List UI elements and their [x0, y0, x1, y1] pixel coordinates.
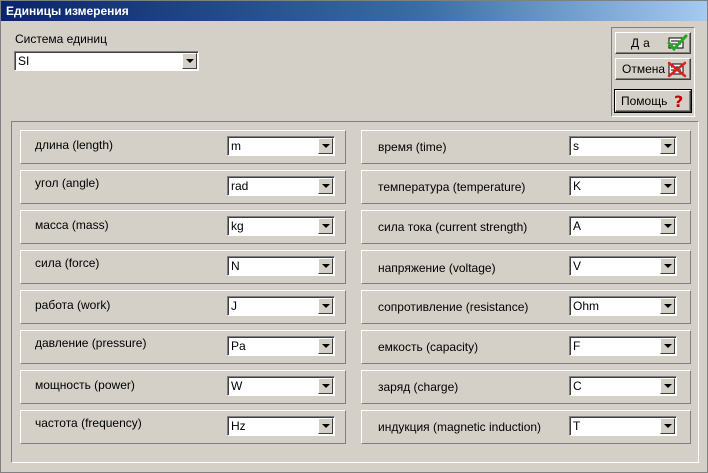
cross-icon: [667, 61, 687, 78]
unit-row-right-8: индукция (magnetic induction) T: [361, 410, 691, 444]
chevron-down-icon[interactable]: [660, 338, 675, 354]
chevron-down-icon[interactable]: [660, 178, 675, 194]
chevron-down-icon[interactable]: [318, 338, 333, 354]
unit-label: длина (length): [35, 138, 114, 152]
unit-label: сила (force): [35, 256, 100, 270]
question-icon: ?: [674, 92, 683, 110]
chevron-down-icon[interactable]: [660, 418, 675, 434]
ok-button-label: Да: [631, 36, 654, 50]
unit-value: A: [573, 219, 582, 233]
unit-select[interactable]: Ohm: [569, 296, 677, 316]
unit-label: индукция (magnetic induction): [378, 420, 542, 434]
unit-select[interactable]: rad: [227, 176, 335, 196]
unit-row-right-3: сила тока (current strength) A: [361, 210, 691, 244]
unit-row-left-2: угол (angle) rad: [20, 170, 346, 204]
window-title: Единицы измерения: [1, 1, 707, 21]
unit-row-right-1: время (time) s: [361, 130, 691, 164]
units-dialog: Единицы измерения Система единиц SI Да О…: [0, 0, 708, 473]
unit-value: N: [231, 259, 240, 273]
chevron-down-icon[interactable]: [318, 378, 333, 394]
unit-label: заряд (charge): [378, 380, 459, 394]
unit-row-right-4: напряжение (voltage) V: [361, 250, 691, 284]
unit-value: Pa: [231, 339, 246, 353]
unit-row-right-7: заряд (charge) C: [361, 370, 691, 404]
unit-system-select[interactable]: SI: [14, 51, 199, 71]
unit-row-left-1: длина (length) m: [20, 130, 346, 164]
help-button[interactable]: Помощь ?: [614, 89, 692, 113]
chevron-down-icon[interactable]: [660, 218, 675, 234]
unit-select[interactable]: F: [569, 336, 677, 356]
unit-label: масса (mass): [35, 218, 109, 232]
svg-text:?: ?: [674, 92, 683, 110]
unit-system-value: SI: [18, 54, 30, 68]
unit-value: C: [573, 379, 582, 393]
unit-value: K: [573, 179, 582, 193]
unit-label: напряжение (voltage): [378, 261, 496, 275]
chevron-down-icon[interactable]: [660, 378, 675, 394]
unit-select[interactable]: C: [569, 376, 677, 396]
unit-row-left-4: сила (force) N: [20, 250, 346, 284]
unit-select[interactable]: W: [227, 376, 335, 396]
help-button-label: Помощь: [621, 94, 668, 108]
unit-row-right-2: температура (temperature) K: [361, 170, 691, 204]
unit-system-label: Система единиц: [15, 32, 107, 46]
unit-row-right-5: сопротивление (resistance) Ohm: [361, 290, 691, 324]
unit-select[interactable]: T: [569, 416, 677, 436]
chevron-down-icon[interactable]: [660, 138, 675, 154]
unit-select[interactable]: kg: [227, 216, 335, 236]
unit-row-left-8: частота (frequency) Hz: [20, 410, 346, 444]
unit-value: s: [573, 139, 579, 153]
unit-value: J: [231, 299, 237, 313]
unit-value: Ohm: [573, 299, 600, 313]
chevron-down-icon[interactable]: [318, 298, 333, 314]
unit-label: емкость (capacity): [378, 340, 479, 354]
units-panel: длина (length) m угол (angle) rad масса (mas…: [11, 121, 699, 463]
unit-label: давление (pressure): [35, 336, 147, 350]
unit-select[interactable]: Hz: [227, 416, 335, 436]
chevron-down-icon[interactable]: [318, 258, 333, 274]
unit-row-left-7: мощность (power) W: [20, 370, 346, 404]
unit-value: V: [573, 259, 582, 273]
unit-value: m: [231, 139, 241, 153]
unit-label: время (time): [378, 140, 447, 154]
unit-select[interactable]: V: [569, 256, 677, 276]
unit-label: частота (frequency): [35, 416, 142, 430]
unit-row-left-6: давление (pressure) Pa: [20, 330, 346, 364]
unit-value: W: [231, 379, 243, 393]
unit-label: работа (work): [35, 298, 111, 312]
unit-label: угол (angle): [35, 176, 100, 190]
unit-select[interactable]: s: [569, 136, 677, 156]
unit-row-left-5: работа (work) J: [20, 290, 346, 324]
chevron-down-icon[interactable]: [318, 138, 333, 154]
unit-row-right-6: емкость (capacity) F: [361, 330, 691, 364]
cancel-button-label: Отмена: [622, 62, 666, 76]
chevron-down-icon[interactable]: [660, 258, 675, 274]
unit-select[interactable]: A: [569, 216, 677, 236]
unit-select[interactable]: N: [227, 256, 335, 276]
chevron-down-icon[interactable]: [318, 218, 333, 234]
unit-value: T: [573, 419, 581, 433]
unit-select[interactable]: Pa: [227, 336, 335, 356]
chevron-down-icon[interactable]: [182, 53, 197, 69]
chevron-down-icon[interactable]: [318, 178, 333, 194]
cancel-button[interactable]: Отмена: [615, 58, 691, 80]
unit-value: rad: [231, 179, 249, 193]
ok-button[interactable]: Да: [615, 32, 691, 54]
checkmark-icon: [667, 34, 688, 52]
unit-label: температура (temperature): [378, 180, 526, 194]
chevron-down-icon[interactable]: [660, 298, 675, 314]
unit-value: kg: [231, 219, 244, 233]
unit-select[interactable]: J: [227, 296, 335, 316]
unit-label: сопротивление (resistance): [378, 300, 529, 314]
unit-select[interactable]: K: [569, 176, 677, 196]
chevron-down-icon[interactable]: [318, 418, 333, 434]
unit-row-left-3: масса (mass) kg: [20, 210, 346, 244]
unit-value: F: [573, 339, 581, 353]
unit-select[interactable]: m: [227, 136, 335, 156]
unit-label: сила тока (current strength): [378, 220, 528, 234]
unit-label: мощность (power): [35, 378, 135, 392]
action-buttons: Да Отмена Помощь ?: [611, 27, 695, 117]
unit-value: Hz: [231, 419, 246, 433]
